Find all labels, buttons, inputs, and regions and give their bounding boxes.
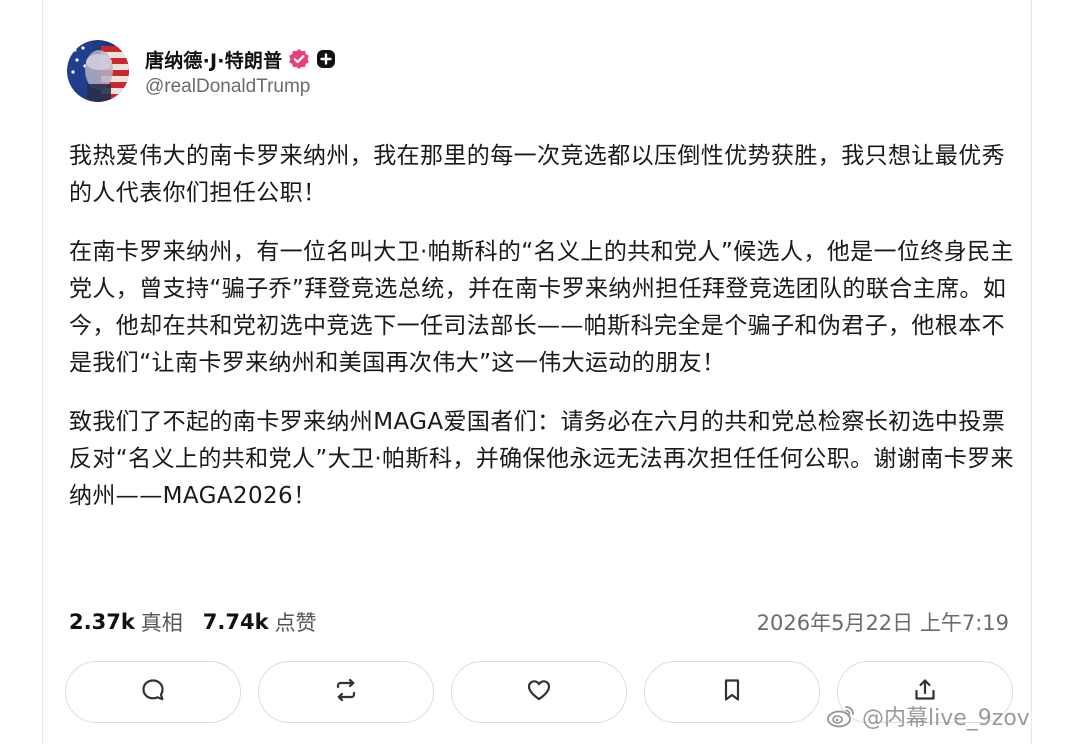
post-stats: 2.37k 真相 7.74k 点赞 2026年5月22日 上午7:19: [69, 604, 1009, 640]
watermark-text: @内幕live_9zov: [862, 706, 1030, 731]
post-paragraph: 在南卡罗来纳州，有一位名叫大卫·帕斯科的“名义上的共和党人”候选人，他是一位终身…: [69, 239, 1014, 376]
retruth-button[interactable]: [258, 661, 434, 723]
author-display-name[interactable]: 唐纳德·J·特朗普: [145, 46, 282, 73]
watermark: @内幕live_9zov: [826, 700, 1030, 732]
avatar[interactable]: [67, 40, 129, 102]
author-name-row: 唐纳德·J·特朗普: [145, 44, 336, 74]
post-timestamp[interactable]: 2026年5月22日 上午7:19: [757, 607, 1009, 637]
post-paragraph: 我热爱伟大的南卡罗来纳州，我在那里的每一次竞选都以压倒性优势获胜，我只想让最优秀…: [69, 143, 1005, 206]
bookmark-icon: [718, 676, 746, 709]
post-paragraph: 致我们了不起的南卡罗来纳州MAGA爱国者们：请务必在六月的共和党总检察长初选中投…: [69, 409, 1014, 509]
post-card: 唐纳德·J·特朗普 @realDonaldTrump 我热爱伟大的南卡罗来纳州，…: [42, 0, 1032, 744]
like-icon: [525, 676, 553, 709]
like-button[interactable]: [451, 661, 627, 723]
reply-button[interactable]: [65, 661, 241, 723]
likes-label[interactable]: 点赞: [275, 607, 317, 637]
weibo-logo-icon: [826, 703, 856, 729]
retruth-icon: [332, 676, 360, 709]
likes-count[interactable]: 7.74k: [203, 610, 269, 634]
verified-badge-icon: [288, 48, 310, 70]
author-identity: 唐纳德·J·特朗普 @realDonaldTrump: [145, 44, 336, 98]
post-body: 我热爱伟大的南卡罗来纳州，我在那里的每一次竞选都以压倒性优势获胜，我只想让最优秀…: [69, 138, 1019, 537]
truths-count[interactable]: 2.37k: [69, 610, 135, 634]
bookmark-button[interactable]: [644, 661, 820, 723]
plus-badge-icon: [316, 49, 336, 69]
post-header: 唐纳德·J·特朗普 @realDonaldTrump: [67, 40, 336, 102]
reply-icon: [139, 676, 167, 709]
author-handle[interactable]: @realDonaldTrump: [145, 76, 336, 98]
truths-label[interactable]: 真相: [141, 607, 183, 637]
